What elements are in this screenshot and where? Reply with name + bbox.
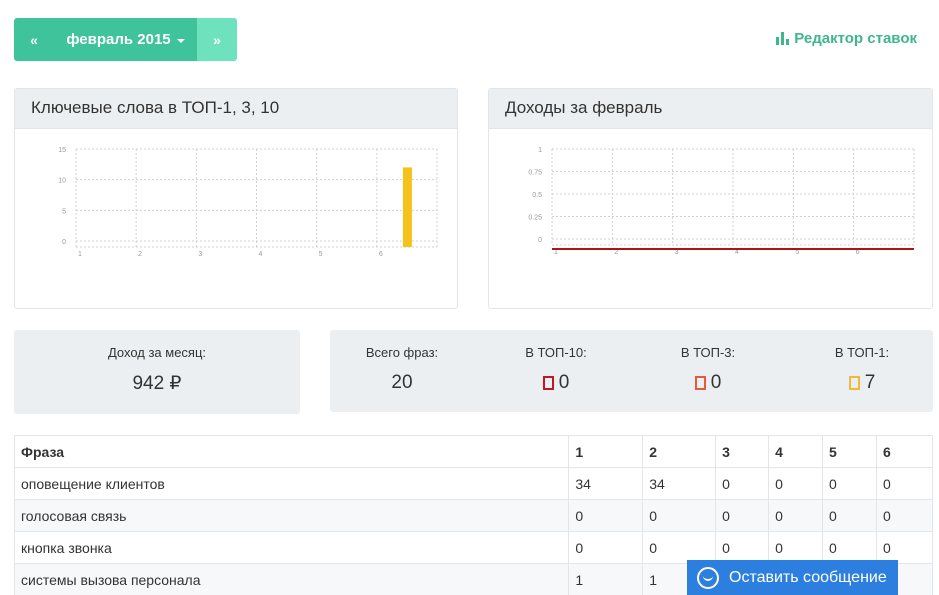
phrase-cell: кнопка звонка [13,531,569,564]
keywords-chart: 0 5 10 15 1 2 3 4 5 6 [58,147,438,258]
column-header: 4 [768,435,823,468]
monthly-income-label: Доход за месяц: [107,345,207,360]
bid-editor-link[interactable]: Редактор ставок [776,30,917,47]
income-panel-title: Доходы за февраль [489,89,932,129]
top1-marker-icon [848,376,860,390]
keywords-panel-title: Ключевые слова в ТОП-1, 3, 10 [15,89,457,129]
month-dropdown[interactable]: февраль 2015 [54,18,197,61]
x-tick-label: 3 [675,249,679,256]
phrase-cell: голосовая связь [13,499,569,532]
position-cell: 0 [568,499,643,532]
position-cell: 0 [715,467,769,500]
y-tick-label: 1 [538,147,542,154]
column-header: Фраза [13,435,569,468]
x-tick-label: 3 [198,251,202,258]
top10-marker-icon [542,376,554,390]
position-cell: 0 [822,531,877,564]
position-cell: 0 [768,499,823,532]
phrase-cell: оповещение клиентов [13,467,569,500]
column-header: 1 [568,435,643,468]
x-tick-label: 2 [614,249,618,256]
column-header: 5 [822,435,877,468]
column-header: 6 [875,435,933,468]
top3-label: В ТОП-3: [680,345,736,360]
x-tick-label: 5 [795,249,799,256]
phrases-stats-box: Всего фраз: 20 В ТОП-10: 0 В ТОП-3: 0 В … [330,330,933,412]
top3-value: 0 [710,372,722,393]
top10-value: 0 [558,372,570,393]
y-tick-label: 0.75 [528,170,542,177]
y-tick-label: 0.25 [528,215,542,222]
position-cell: 0 [715,499,769,532]
y-tick-label: 0 [538,237,542,244]
column-header: 2 [642,435,716,468]
x-tick-label: 6 [379,251,383,258]
month-label: февраль 2015 [66,31,171,48]
total-phrases-value: 20 [391,372,413,393]
x-tick-label: 6 [856,249,860,256]
chat-icon [697,566,719,589]
bar [402,167,412,247]
x-tick-label: 1 [554,249,558,256]
income-chart: 0 0.25 0.5 0.75 1 1 2 3 4 5 6 [528,147,915,256]
bar-chart-icon [776,32,790,45]
prev-month-button[interactable]: « [14,18,54,61]
x-tick-label: 4 [259,251,263,258]
phrase-cell: системы вызова персонала [13,563,569,595]
keywords-panel: Ключевые слова в ТОП-1, 3, 10 0 5 10 15 1 2 3 4… [14,88,458,309]
column-header: 3 [715,435,769,468]
leave-message-label: Оставить сообщение [729,568,887,586]
table-row: оповещение клиентов 34 34 0 0 0 0 [13,467,933,500]
y-tick-label: 10 [58,178,66,185]
top1-label: В ТОП-1: [834,345,890,360]
x-tick-label: 2 [138,251,142,258]
y-tick-label: 0.5 [532,192,542,199]
position-cell: 34 [642,467,716,500]
top3-marker-icon [694,376,706,390]
income-panel: Доходы за февраль 0 0.25 0.5 0.75 1 1 2 3 4 5 6 [488,88,933,309]
bid-editor-label: Редактор ставок [794,30,917,47]
x-tick-label: 1 [78,251,82,258]
position-cell: 34 [568,467,643,500]
position-cell: 0 [822,499,877,532]
position-cell: 0 [715,531,769,564]
table-row: кнопка звонка 0 0 0 0 0 0 [13,531,933,564]
y-tick-label: 15 [58,147,66,154]
x-tick-label: 4 [735,249,739,256]
caret-down-icon [176,38,185,43]
position-cell: 0 [822,467,877,500]
position-cell: 0 [642,531,716,564]
month-picker: « февраль 2015 » [14,18,237,61]
position-cell: 1 [568,563,643,595]
position-cell: 0 [768,531,823,564]
table-row: голосовая связь 0 0 0 0 0 0 [13,499,933,532]
leave-message-button[interactable]: Оставить сообщение [687,560,898,595]
next-month-button[interactable]: » [197,18,237,61]
total-phrases-label: Всего фраз: [365,345,439,360]
monthly-income-box: Доход за месяц: 942 ₽ [14,330,300,414]
x-tick-label: 5 [319,251,323,258]
position-cell: 0 [875,499,933,532]
y-tick-label: 0 [62,239,66,246]
top1-value: 7 [864,372,876,393]
position-cell: 0 [768,467,823,500]
position-cell: 0 [875,467,933,500]
y-tick-label: 5 [62,208,66,215]
position-cell: 0 [568,531,643,564]
position-cell: 0 [642,499,716,532]
top10-label: В ТОП-10: [525,345,587,360]
monthly-income-value: 942 ₽ [132,373,182,394]
position-cell: 0 [875,531,933,564]
table-header-row: Фраза 1 2 3 4 5 6 [13,435,933,468]
